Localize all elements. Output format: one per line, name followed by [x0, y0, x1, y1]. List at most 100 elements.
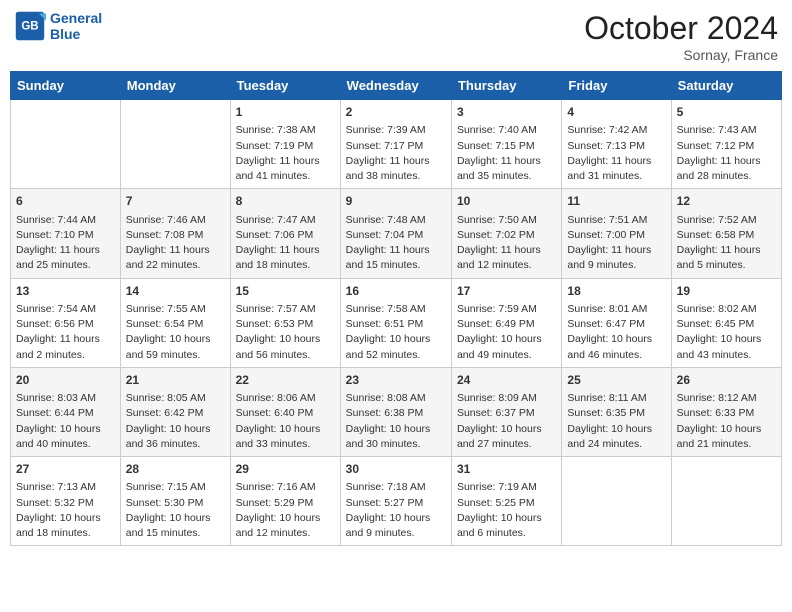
calendar-cell: 6Sunrise: 7:44 AMSunset: 7:10 PMDaylight…: [11, 189, 121, 278]
sunrise-text: Sunrise: 7:13 AM: [16, 480, 115, 495]
day-number: 29: [236, 461, 335, 478]
sunset-text: Sunset: 5:29 PM: [236, 496, 335, 511]
day-number: 2: [346, 104, 446, 121]
daylight-text: Daylight: 10 hours and 30 minutes.: [346, 422, 446, 452]
calendar-cell: 17Sunrise: 7:59 AMSunset: 6:49 PMDayligh…: [451, 278, 561, 367]
svg-text:GB: GB: [21, 21, 38, 33]
sunset-text: Sunset: 6:33 PM: [677, 406, 776, 421]
sunrise-text: Sunrise: 7:15 AM: [126, 480, 225, 495]
column-header-monday: Monday: [120, 72, 230, 100]
daylight-text: Daylight: 11 hours and 31 minutes.: [567, 154, 665, 184]
calendar-header-row: SundayMondayTuesdayWednesdayThursdayFrid…: [11, 72, 782, 100]
calendar-cell: 9Sunrise: 7:48 AMSunset: 7:04 PMDaylight…: [340, 189, 451, 278]
sunset-text: Sunset: 6:37 PM: [457, 406, 556, 421]
sunrise-text: Sunrise: 8:01 AM: [567, 302, 665, 317]
sunset-text: Sunset: 6:58 PM: [677, 228, 776, 243]
sunset-text: Sunset: 7:08 PM: [126, 228, 225, 243]
day-number: 26: [677, 372, 776, 389]
calendar-cell: 18Sunrise: 8:01 AMSunset: 6:47 PMDayligh…: [562, 278, 671, 367]
sunrise-text: Sunrise: 7:38 AM: [236, 123, 335, 138]
logo-icon: GB: [14, 10, 46, 42]
day-number: 18: [567, 283, 665, 300]
calendar-cell: 2Sunrise: 7:39 AMSunset: 7:17 PMDaylight…: [340, 100, 451, 189]
sunset-text: Sunset: 5:25 PM: [457, 496, 556, 511]
sunset-text: Sunset: 7:06 PM: [236, 228, 335, 243]
sunset-text: Sunset: 6:35 PM: [567, 406, 665, 421]
calendar-cell: 3Sunrise: 7:40 AMSunset: 7:15 PMDaylight…: [451, 100, 561, 189]
sunrise-text: Sunrise: 7:40 AM: [457, 123, 556, 138]
daylight-text: Daylight: 10 hours and 46 minutes.: [567, 332, 665, 362]
sunrise-text: Sunrise: 8:08 AM: [346, 391, 446, 406]
daylight-text: Daylight: 11 hours and 2 minutes.: [16, 332, 115, 362]
calendar-cell: 8Sunrise: 7:47 AMSunset: 7:06 PMDaylight…: [230, 189, 340, 278]
daylight-text: Daylight: 10 hours and 18 minutes.: [16, 511, 115, 541]
daylight-text: Daylight: 10 hours and 27 minutes.: [457, 422, 556, 452]
calendar-cell: 16Sunrise: 7:58 AMSunset: 6:51 PMDayligh…: [340, 278, 451, 367]
sunrise-text: Sunrise: 8:12 AM: [677, 391, 776, 406]
daylight-text: Daylight: 11 hours and 35 minutes.: [457, 154, 556, 184]
sunrise-text: Sunrise: 8:09 AM: [457, 391, 556, 406]
day-number: 4: [567, 104, 665, 121]
sunset-text: Sunset: 5:30 PM: [126, 496, 225, 511]
calendar-cell: 12Sunrise: 7:52 AMSunset: 6:58 PMDayligh…: [671, 189, 781, 278]
daylight-text: Daylight: 11 hours and 41 minutes.: [236, 154, 335, 184]
sunset-text: Sunset: 5:32 PM: [16, 496, 115, 511]
sunrise-text: Sunrise: 7:55 AM: [126, 302, 225, 317]
day-number: 8: [236, 193, 335, 210]
day-number: 24: [457, 372, 556, 389]
sunset-text: Sunset: 7:13 PM: [567, 139, 665, 154]
daylight-text: Daylight: 10 hours and 52 minutes.: [346, 332, 446, 362]
week-row-2: 6Sunrise: 7:44 AMSunset: 7:10 PMDaylight…: [11, 189, 782, 278]
month-title: October 2024: [584, 10, 778, 47]
sunset-text: Sunset: 6:51 PM: [346, 317, 446, 332]
daylight-text: Daylight: 11 hours and 18 minutes.: [236, 243, 335, 273]
sunset-text: Sunset: 7:17 PM: [346, 139, 446, 154]
sunset-text: Sunset: 7:15 PM: [457, 139, 556, 154]
column-header-sunday: Sunday: [11, 72, 121, 100]
calendar-cell: 13Sunrise: 7:54 AMSunset: 6:56 PMDayligh…: [11, 278, 121, 367]
calendar-cell: 7Sunrise: 7:46 AMSunset: 7:08 PMDaylight…: [120, 189, 230, 278]
day-number: 21: [126, 372, 225, 389]
logo: GB General Blue: [14, 10, 102, 42]
calendar-cell: 26 Sunrise: 8:12 AMSunset: 6:33 PMDayligh…: [671, 367, 781, 456]
day-number: 22: [236, 372, 335, 389]
title-section: October 2024 Sornay, France: [584, 10, 778, 63]
day-number: 14: [126, 283, 225, 300]
calendar-cell: [11, 100, 121, 189]
day-number: 16: [346, 283, 446, 300]
sunrise-text: Sunrise: 7:42 AM: [567, 123, 665, 138]
calendar-cell: 28 Sunrise: 7:15 AMSunset: 5:30 PMDayligh…: [120, 457, 230, 546]
column-header-wednesday: Wednesday: [340, 72, 451, 100]
daylight-text: Daylight: 10 hours and 49 minutes.: [457, 332, 556, 362]
day-number: 31: [457, 461, 556, 478]
calendar-cell: 5Sunrise: 7:43 AMSunset: 7:12 PMDaylight…: [671, 100, 781, 189]
day-number: 11: [567, 193, 665, 210]
column-header-saturday: Saturday: [671, 72, 781, 100]
calendar-cell: 29 Sunrise: 7:16 AMSunset: 5:29 PMDayligh…: [230, 457, 340, 546]
location: Sornay, France: [584, 47, 778, 63]
sunset-text: Sunset: 6:42 PM: [126, 406, 225, 421]
daylight-text: Daylight: 11 hours and 22 minutes.: [126, 243, 225, 273]
daylight-text: Daylight: 10 hours and 15 minutes.: [126, 511, 225, 541]
daylight-text: Daylight: 10 hours and 21 minutes.: [677, 422, 776, 452]
sunset-text: Sunset: 6:40 PM: [236, 406, 335, 421]
calendar-cell: [120, 100, 230, 189]
sunrise-text: Sunrise: 7:51 AM: [567, 213, 665, 228]
daylight-text: Daylight: 10 hours and 12 minutes.: [236, 511, 335, 541]
day-number: 28: [126, 461, 225, 478]
daylight-text: Daylight: 11 hours and 12 minutes.: [457, 243, 556, 273]
sunset-text: Sunset: 6:49 PM: [457, 317, 556, 332]
week-row-3: 13Sunrise: 7:54 AMSunset: 6:56 PMDayligh…: [11, 278, 782, 367]
calendar-cell: 24 Sunrise: 8:09 AMSunset: 6:37 PMDayligh…: [451, 367, 561, 456]
sunset-text: Sunset: 5:27 PM: [346, 496, 446, 511]
day-number: 5: [677, 104, 776, 121]
sunrise-text: Sunrise: 7:57 AM: [236, 302, 335, 317]
calendar-cell: [671, 457, 781, 546]
sunrise-text: Sunrise: 7:44 AM: [16, 213, 115, 228]
calendar-cell: 31Sunrise: 7:19 AMSunset: 5:25 PMDayligh…: [451, 457, 561, 546]
sunset-text: Sunset: 6:53 PM: [236, 317, 335, 332]
week-row-5: 27Sunrise: 7:13 AMSunset: 5:32 PMDayligh…: [11, 457, 782, 546]
sunrise-text: Sunrise: 7:39 AM: [346, 123, 446, 138]
sunrise-text: Sunrise: 7:16 AM: [236, 480, 335, 495]
calendar-cell: 21Sunrise: 8:05 AMSunset: 6:42 PMDayligh…: [120, 367, 230, 456]
